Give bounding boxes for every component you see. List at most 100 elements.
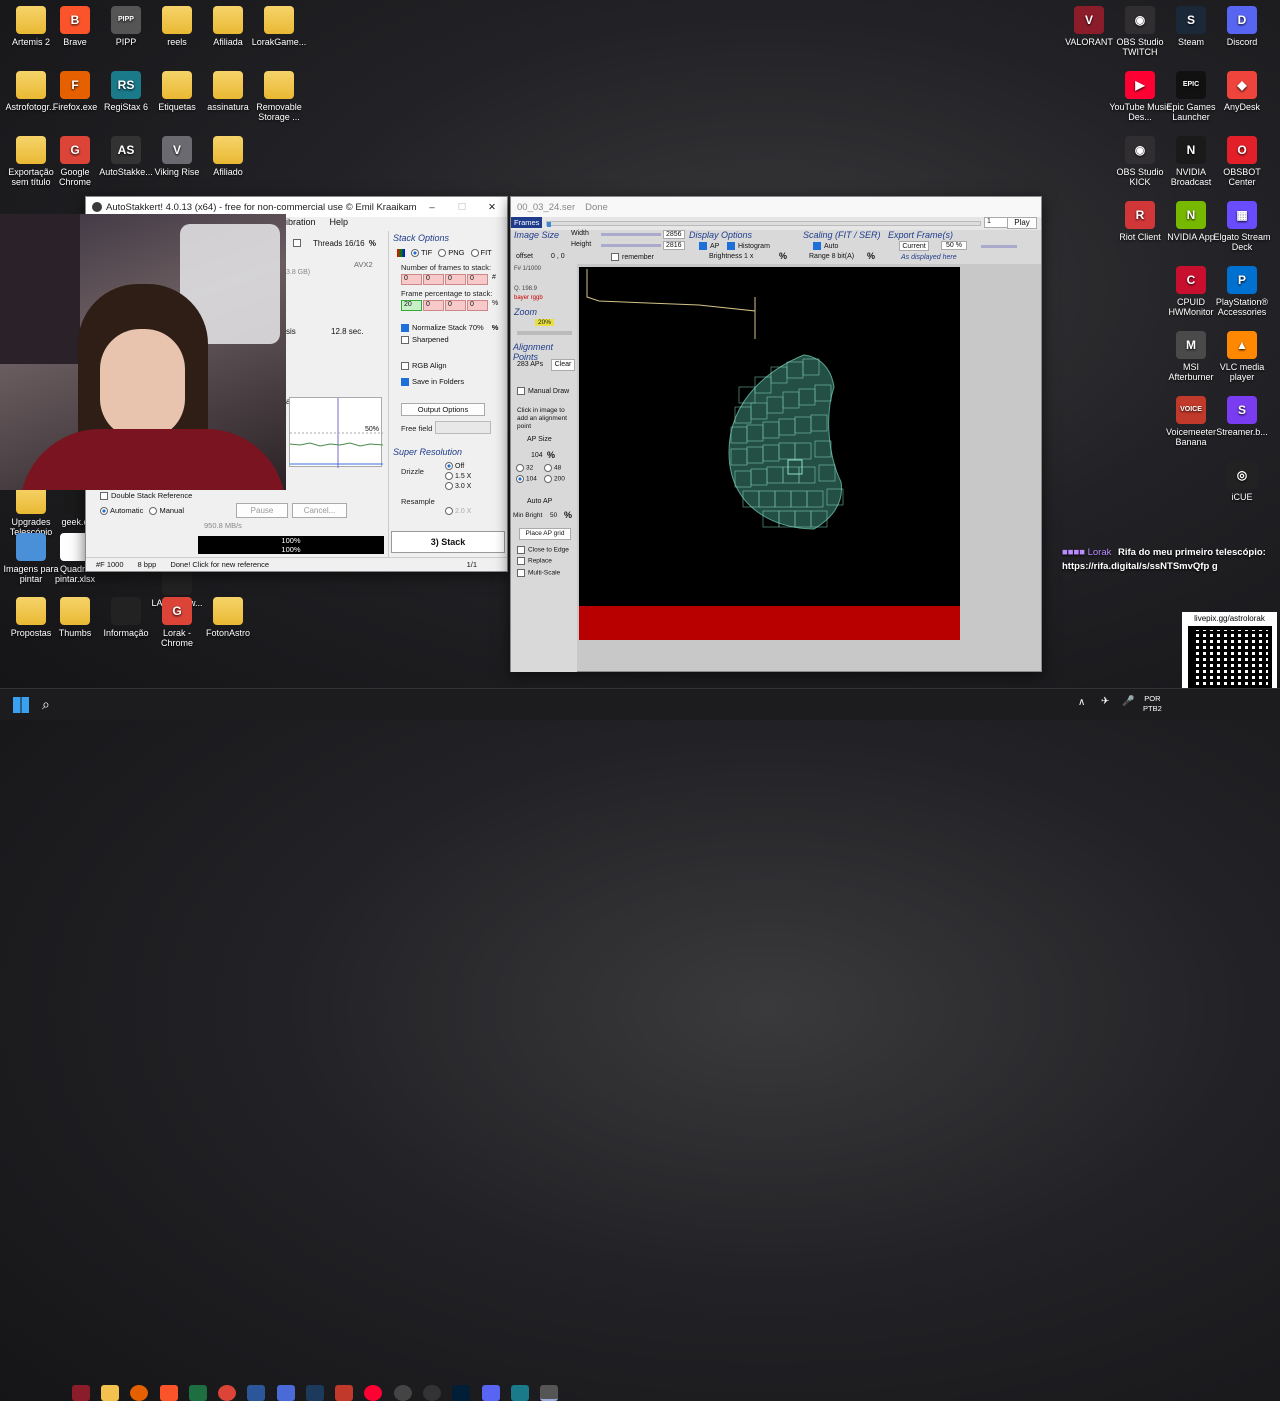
manual-draw-row[interactable]: Manual Draw [517, 387, 569, 395]
zoom-value[interactable]: 20% [535, 319, 555, 326]
frame-pct-input-3[interactable]: 0 [445, 300, 466, 311]
brave-icon[interactable] [160, 1385, 178, 1401]
ap-size-48[interactable]: 48 [544, 464, 572, 472]
close-edge-row[interactable]: Close to Edge [517, 546, 569, 554]
min-bright-value[interactable]: 50 [550, 512, 557, 519]
percent-icon[interactable]: % [369, 239, 376, 248]
tray-chevron-icon[interactable]: ∧ [1078, 697, 1085, 708]
sharpened-check[interactable] [401, 336, 409, 345]
ap-size-32[interactable]: 32 [516, 464, 544, 472]
automatic-radio[interactable] [100, 507, 108, 516]
ap-row[interactable]: AP [699, 242, 719, 250]
tray-wifi-icon[interactable]: ✈ [1101, 696, 1109, 707]
normalize-percent-icon[interactable]: % [492, 323, 499, 332]
desktop-icon[interactable]: P PlayStation® Accessories [1211, 266, 1273, 317]
obs-icon-2[interactable] [423, 1385, 441, 1401]
desktop-icon[interactable]: ▲ VLC media player [1211, 331, 1273, 382]
desktop-icon[interactable]: ◆ AnyDesk [1211, 71, 1273, 112]
normalize-check[interactable] [401, 324, 409, 333]
autostakkert-icon[interactable] [540, 1385, 558, 1401]
width-slider[interactable] [601, 233, 661, 236]
obs-icon-1[interactable] [394, 1385, 412, 1401]
brightness-percent-icon[interactable]: % [779, 251, 787, 261]
menu-help[interactable]: Help [330, 217, 349, 227]
search-icon[interactable]: ⌕ [42, 696, 50, 713]
range-percent-icon[interactable]: % [867, 251, 875, 261]
height-value[interactable]: 2816 [663, 241, 685, 250]
status-message[interactable]: Done! Click for new reference [170, 560, 452, 569]
youtube-music-icon[interactable] [364, 1385, 382, 1401]
pause-button[interactable]: Pause [236, 503, 288, 518]
media-app-icon[interactable] [72, 1385, 90, 1401]
firefox-icon[interactable] [130, 1385, 148, 1401]
speedtest-icon[interactable] [335, 1385, 353, 1401]
current-button[interactable]: Current [899, 241, 929, 251]
frames-input-3[interactable]: 0 [445, 274, 466, 285]
format-fit[interactable]: FIT [470, 248, 492, 258]
format-tif[interactable]: TIF [411, 248, 432, 258]
chrome-icon[interactable] [218, 1385, 236, 1401]
desktop-icon[interactable]: LorakGame... [248, 6, 310, 47]
histogram-row[interactable]: Histogram [727, 242, 770, 250]
export-slider[interactable] [981, 245, 1017, 248]
excel-icon[interactable] [189, 1385, 207, 1401]
file-explorer-icon[interactable] [101, 1385, 119, 1401]
drizzle-1-5x[interactable]: 1.5 X [445, 472, 471, 482]
language-indicator[interactable]: POR PTB2 [1143, 694, 1162, 714]
tray-mic-icon[interactable]: 🎤 [1122, 696, 1134, 707]
zoom-slider[interactable] [517, 331, 572, 335]
frame-pct-input-1[interactable]: 20 [401, 300, 422, 311]
save-folders-check[interactable] [401, 378, 409, 387]
desktop-icon[interactable]: S Streamer.b... [1211, 396, 1273, 437]
multi-scale-row[interactable]: Multi-Scale [517, 569, 560, 577]
vscode-icon[interactable] [277, 1385, 295, 1401]
output-options-button[interactable]: Output Options [401, 403, 485, 416]
export-pct[interactable]: 50 % [941, 241, 967, 250]
double-stack-check[interactable] [100, 492, 108, 501]
cancel-button[interactable]: Cancel... [292, 503, 347, 518]
drizzle-off[interactable]: Off [445, 462, 471, 472]
free-field-input[interactable] [435, 421, 491, 434]
frame-pct-input-4[interactable]: 0 [467, 300, 488, 311]
rgb-align-row[interactable]: RGB Align [401, 361, 447, 371]
desktop-icon[interactable]: FotonAstro [197, 597, 259, 638]
desktop-icon[interactable]: Removable Storage ... [248, 71, 310, 122]
sharpened-row[interactable]: Sharpened [401, 335, 449, 345]
viewer-titlebar[interactable]: 00_03_24.ser Done [511, 197, 1041, 217]
frames-input-2[interactable]: 0 [423, 274, 444, 285]
auto-row[interactable]: Auto [813, 242, 838, 250]
width-value[interactable]: 2856 [663, 230, 685, 239]
ap-size-104[interactable]: 104 [516, 475, 544, 483]
frames-input-4[interactable]: 0 [467, 274, 488, 285]
replace-row[interactable]: Replace [517, 557, 552, 565]
min-bright-percent-icon[interactable]: % [564, 510, 572, 520]
ap-size-200[interactable]: 200 [544, 475, 572, 483]
start-icon[interactable] [13, 697, 29, 713]
desktop-icon[interactable]: D Discord [1211, 6, 1273, 47]
desktop-icon[interactable]: ▦ Elgato Stream Deck [1211, 201, 1273, 252]
stack-button[interactable]: 3) Stack [391, 531, 505, 553]
desktop-icon[interactable]: O OBSBOT Center [1211, 136, 1273, 187]
double-stack-row[interactable]: Double Stack Reference [100, 491, 192, 501]
format-png[interactable]: PNG [438, 248, 465, 258]
frame-slider[interactable] [546, 221, 981, 227]
lightroom-icon[interactable] [306, 1385, 324, 1401]
desktop-icon[interactable]: Afiliado [197, 136, 259, 177]
play-button[interactable]: Play [1007, 217, 1037, 229]
threads-check[interactable] [293, 239, 301, 247]
word-icon[interactable] [247, 1385, 265, 1401]
photoshop-icon[interactable] [452, 1385, 470, 1401]
manual-radio[interactable] [149, 507, 158, 516]
maximize-button[interactable]: ☐ [447, 202, 477, 213]
ap-size-percent-icon[interactable]: % [547, 450, 555, 460]
drizzle-3x[interactable]: 3.0 X [445, 482, 471, 492]
height-slider[interactable] [601, 244, 661, 247]
discord-icon[interactable] [482, 1385, 500, 1401]
clear-button[interactable]: Clear [551, 359, 575, 371]
resample-option[interactable]: 2.0 X [445, 507, 471, 515]
menu-calibration[interactable]: ibration [286, 217, 316, 227]
image-canvas[interactable] [579, 267, 960, 640]
registax-icon[interactable] [511, 1385, 529, 1401]
close-button[interactable]: ✕ [477, 202, 507, 213]
frames-tab[interactable]: Frames [511, 217, 543, 228]
